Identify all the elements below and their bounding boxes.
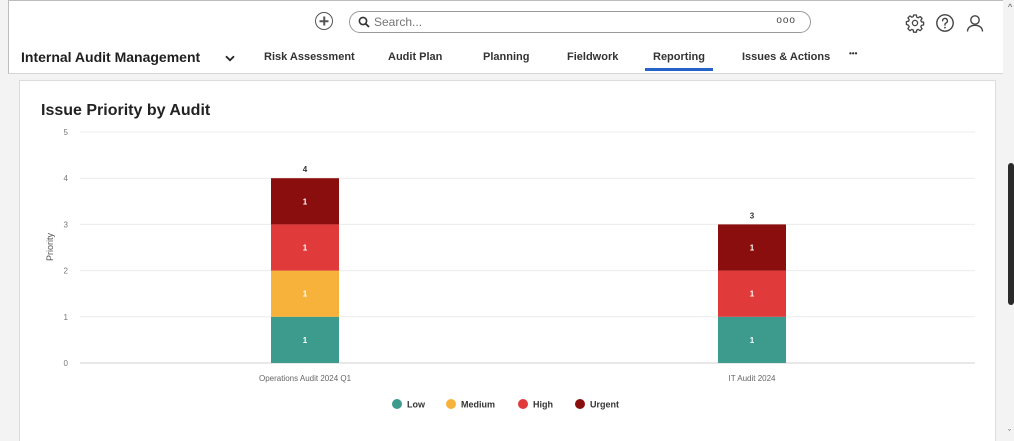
search-box[interactable]: ooo xyxy=(349,11,811,33)
tab-reporting[interactable]: Reporting xyxy=(645,51,713,71)
add-icon[interactable] xyxy=(315,12,333,30)
scroll-up-arrow-icon[interactable]: ^ xyxy=(1008,2,1012,12)
search-input[interactable] xyxy=(374,15,674,29)
scroll-down-arrow-icon[interactable]: ˇ xyxy=(1008,428,1011,438)
tab-planning[interactable]: Planning xyxy=(483,51,529,63)
tab-fieldwork[interactable]: Fieldwork xyxy=(567,51,618,63)
tab-risk-assessment[interactable]: Risk Assessment xyxy=(264,51,355,63)
user-profile-icon[interactable] xyxy=(965,13,985,33)
search-icon xyxy=(358,16,370,28)
report-card: Issue Priority by Audit xyxy=(19,80,996,441)
chevron-down-icon[interactable] xyxy=(225,55,235,62)
more-tabs-button[interactable]: ••• xyxy=(849,49,857,58)
tab-issues-actions[interactable]: Issues & Actions xyxy=(742,51,830,63)
report-title: Issue Priority by Audit xyxy=(41,102,211,119)
tab-audit-plan[interactable]: Audit Plan xyxy=(388,51,442,63)
module-nav-bar: Internal Audit Management Risk Assessmen… xyxy=(8,44,1003,74)
scrollbar-thumb[interactable] xyxy=(1008,163,1014,305)
app-title[interactable]: Internal Audit Management xyxy=(21,49,200,65)
top-bar: ooo xyxy=(8,0,1003,45)
gear-icon[interactable] xyxy=(905,13,925,33)
help-icon[interactable] xyxy=(935,13,955,33)
search-options-button[interactable]: ooo xyxy=(776,15,796,26)
